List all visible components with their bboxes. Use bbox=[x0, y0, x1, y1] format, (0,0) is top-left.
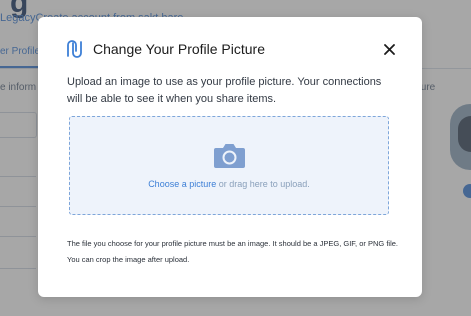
change-profile-picture-dialog: Change Your Profile Picture Upload an im… bbox=[38, 17, 422, 297]
dialog-header: Change Your Profile Picture bbox=[66, 38, 398, 60]
dialog-description: Upload an image to use as your profile p… bbox=[67, 76, 382, 105]
dialog-title: Change Your Profile Picture bbox=[93, 41, 265, 57]
upload-dropzone[interactable]: Choose a picture or drag here to upload. bbox=[69, 116, 389, 215]
brand-logo-icon bbox=[67, 40, 82, 58]
choose-picture-link[interactable]: Choose a picture bbox=[148, 179, 216, 189]
file-requirements-note: The file you choose for your profile pic… bbox=[67, 239, 398, 264]
drag-instruction-text: or drag here to upload. bbox=[216, 179, 310, 189]
close-button[interactable] bbox=[380, 40, 398, 58]
camera-icon bbox=[214, 144, 245, 168]
dropzone-instructions: Choose a picture or drag here to upload. bbox=[70, 179, 388, 189]
close-icon bbox=[383, 43, 395, 55]
